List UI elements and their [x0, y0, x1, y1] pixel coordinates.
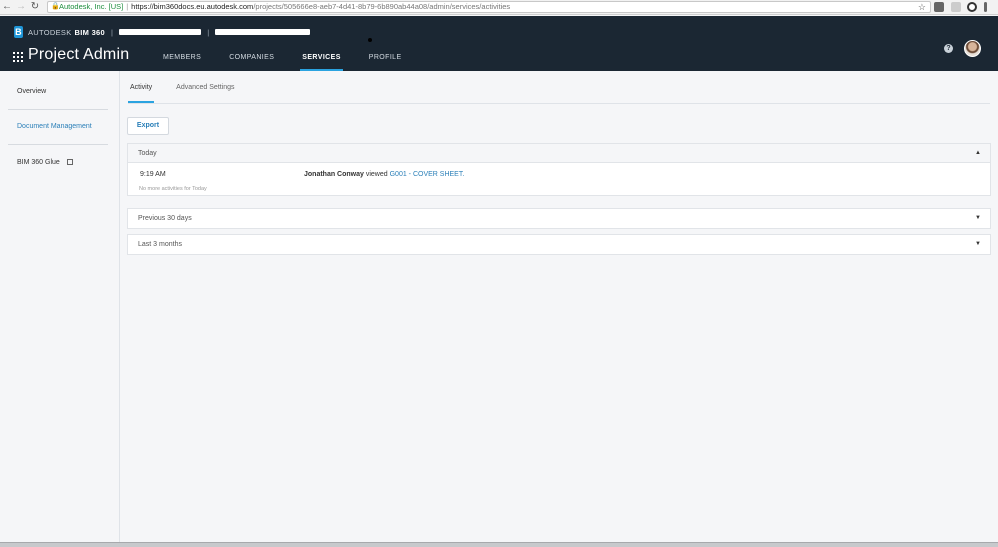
brand-product: BIM 360: [74, 27, 105, 37]
menu-icon[interactable]: [984, 2, 987, 12]
bim360-logo-icon: B: [14, 26, 23, 38]
tab-activity[interactable]: Activity: [127, 84, 155, 103]
sidebar-item-document-management[interactable]: Document Management: [17, 123, 92, 130]
brand[interactable]: B AUTODESK BIM 360 | |: [14, 26, 316, 38]
caret-down-icon: ▼: [975, 241, 981, 247]
forward-icon[interactable]: →: [14, 0, 28, 14]
caret-up-icon: ▲: [975, 150, 981, 156]
activity-verb: viewed: [365, 171, 388, 178]
lock-icon: 🔒: [51, 3, 60, 10]
sub-tabs: Activity Advanced Settings: [127, 84, 259, 103]
export-button[interactable]: Export: [127, 117, 169, 135]
sidebar-item-label: BIM 360 Glue: [17, 159, 60, 166]
redacted-text: [215, 29, 311, 35]
section-title: Previous 30 days: [138, 215, 192, 222]
tab-companies[interactable]: COMPANIES: [229, 54, 274, 71]
avatar[interactable]: [964, 40, 981, 57]
section-last-3-months: Last 3 months ▼: [127, 234, 991, 255]
section-previous-30-days: Previous 30 days ▼: [127, 208, 991, 229]
sidebar-item-overview[interactable]: Overview: [17, 88, 46, 95]
tab-advanced-settings[interactable]: Advanced Settings: [176, 84, 234, 103]
back-icon[interactable]: ←: [0, 0, 14, 14]
section-header[interactable]: Today ▲: [128, 144, 990, 163]
sidebar: Overview Document Management BIM 360 Glu…: [0, 71, 120, 547]
redacted-text: [119, 29, 202, 35]
bookmark-star-icon[interactable]: ☆: [918, 2, 926, 12]
url-path: /projects/505666e8-aeb7-4d41-8b79-6b890a…: [253, 2, 511, 11]
no-more-activities: No more activities for Today: [139, 186, 207, 192]
help-icon[interactable]: ?: [944, 44, 953, 53]
page-title: Project Admin: [28, 46, 130, 63]
external-link-icon: [66, 159, 73, 165]
section-header[interactable]: Previous 30 days ▼: [128, 209, 990, 228]
extension-icon[interactable]: [967, 2, 977, 12]
section-header[interactable]: Last 3 months ▼: [128, 235, 990, 254]
status-bar: [0, 542, 998, 547]
tab-members[interactable]: MEMBERS: [163, 54, 201, 71]
brand-company: AUTODESK: [28, 27, 72, 37]
url-host: https://bim360docs.eu.autodesk.com: [131, 2, 254, 11]
section-title: Today: [138, 150, 157, 157]
secure-label: Autodesk, Inc. [US]: [59, 2, 124, 11]
apps-grid-icon[interactable]: [13, 52, 23, 62]
caret-down-icon: ▼: [975, 215, 981, 221]
reload-icon[interactable]: ↻: [28, 0, 42, 14]
sidebar-item-bim360-glue[interactable]: BIM 360 Glue: [17, 158, 73, 166]
activity-row: 9:19 AM Jonathan Conway viewed G001 - CO…: [128, 163, 990, 185]
section-title: Last 3 months: [138, 241, 182, 248]
extension-icon[interactable]: [934, 2, 944, 12]
activity-user: Jonathan Conway: [304, 171, 364, 178]
browser-toolbar: ← → ↻ 🔒 Autodesk, Inc. [US] | https://bi…: [0, 0, 998, 15]
extension-icon[interactable]: [951, 2, 961, 12]
tab-profile[interactable]: PROFILE: [369, 54, 402, 71]
activity-time: 9:19 AM: [140, 171, 166, 178]
header-tabs: MEMBERS COMPANIES SERVICES PROFILE: [163, 54, 430, 71]
address-bar[interactable]: 🔒 Autodesk, Inc. [US] | https://bim360do…: [47, 1, 931, 13]
main-content: Activity Advanced Settings Export Today …: [120, 71, 998, 547]
activity-description: Jonathan Conway viewed G001 - COVER SHEE…: [304, 171, 464, 178]
activity-item-link[interactable]: G001 - COVER SHEET.: [390, 171, 465, 178]
app-header: B AUTODESK BIM 360 | | Project Admin MEM…: [0, 16, 998, 71]
section-today: Today ▲ 9:19 AM Jonathan Conway viewed G…: [127, 143, 991, 196]
tab-services[interactable]: SERVICES: [300, 54, 344, 71]
